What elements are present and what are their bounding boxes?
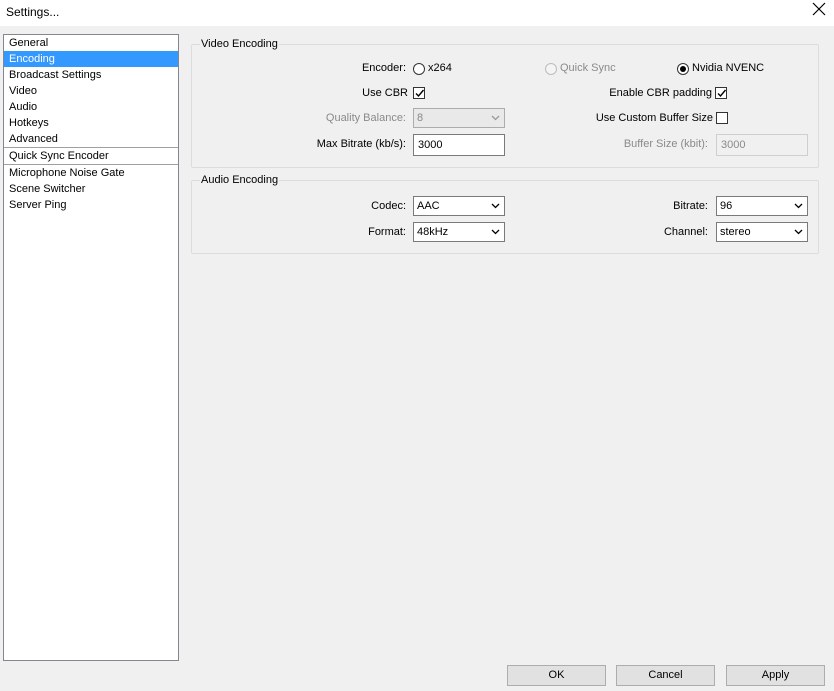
encoder-x264-label[interactable]: x264 [428,62,452,74]
quality-balance-select: 8 [413,108,505,128]
codec-value: AAC [417,200,440,212]
buffer-size-input: 3000 [716,134,808,156]
format-select[interactable]: 48kHz [413,222,505,242]
encoder-quicksync-radio [545,63,557,75]
audio-encoding-group: Audio Encoding [191,174,819,254]
format-value: 48kHz [417,226,449,238]
apply-button[interactable]: Apply [726,665,825,686]
sidebar-item-microphone-noise-gate[interactable]: Microphone Noise Gate [4,165,178,181]
enable-cbr-padding-checkbox[interactable] [715,87,727,99]
encoder-nvenc-label[interactable]: Nvidia NVENC [692,62,764,74]
sidebar-item-advanced[interactable]: Advanced [4,131,178,147]
enable-cbr-padding-label: Enable CBR padding [609,87,712,99]
checkmark-icon [415,89,425,98]
ok-button[interactable]: OK [507,665,606,686]
max-bitrate-value: 3000 [418,139,443,151]
sidebar-item-scene-switcher[interactable]: Scene Switcher [4,181,178,197]
sidebar-item-server-ping[interactable]: Server Ping [4,197,178,213]
chevron-down-icon [491,115,500,121]
quality-balance-value: 8 [417,112,424,124]
sidebar-item-quick-sync-encoder[interactable]: Quick Sync Encoder [4,148,178,164]
sidebar-item-broadcast-settings[interactable]: Broadcast Settings [4,67,178,83]
encoder-label: Encoder: [361,62,406,74]
sidebar-item-general[interactable]: General [4,35,178,51]
bitrate-value: 96 [720,200,733,212]
chevron-down-icon [794,229,803,235]
channel-value: stereo [720,226,751,238]
checkmark-icon [717,89,727,98]
window-title: Settings... [6,5,60,19]
codec-label: Codec: [371,200,406,212]
group-title: Audio Encoding [200,174,280,186]
encoder-nvenc-radio[interactable] [677,63,689,75]
channel-select[interactable]: stereo [716,222,808,242]
encoder-quicksync-label: Quick Sync [560,62,616,74]
group-title: Video Encoding [200,38,279,50]
title-bar: Settings... [0,0,834,26]
sidebar-item-hotkeys[interactable]: Hotkeys [4,115,178,131]
sidebar-item-audio[interactable]: Audio [4,99,178,115]
format-label: Format: [368,226,406,238]
sidebar-item-video[interactable]: Video [4,83,178,99]
quality-balance-label: Quality Balance: [325,112,406,124]
codec-select[interactable]: AAC [413,196,505,216]
buffer-size-label: Buffer Size (kbit): [623,138,708,150]
use-cbr-label: Use CBR [362,87,408,99]
use-cbr-checkbox[interactable] [413,87,425,99]
bitrate-label: Bitrate: [673,200,708,212]
settings-category-list[interactable]: General Encoding Broadcast Settings Vide… [3,34,179,661]
buffer-size-value: 3000 [721,139,746,151]
sidebar-item-encoding[interactable]: Encoding [4,51,178,67]
cancel-button[interactable]: Cancel [616,665,715,686]
use-custom-buffer-label: Use Custom Buffer Size [595,112,713,124]
encoder-x264-radio[interactable] [413,63,425,75]
max-bitrate-label: Max Bitrate (kb/s): [316,138,406,150]
max-bitrate-input[interactable]: 3000 [413,134,505,156]
close-icon[interactable] [810,0,828,18]
radio-selected-dot [680,66,686,72]
chevron-down-icon [491,203,500,209]
chevron-down-icon [491,229,500,235]
use-custom-buffer-checkbox[interactable] [716,112,728,124]
bitrate-select[interactable]: 96 [716,196,808,216]
chevron-down-icon [794,203,803,209]
channel-label: Channel: [663,226,708,238]
